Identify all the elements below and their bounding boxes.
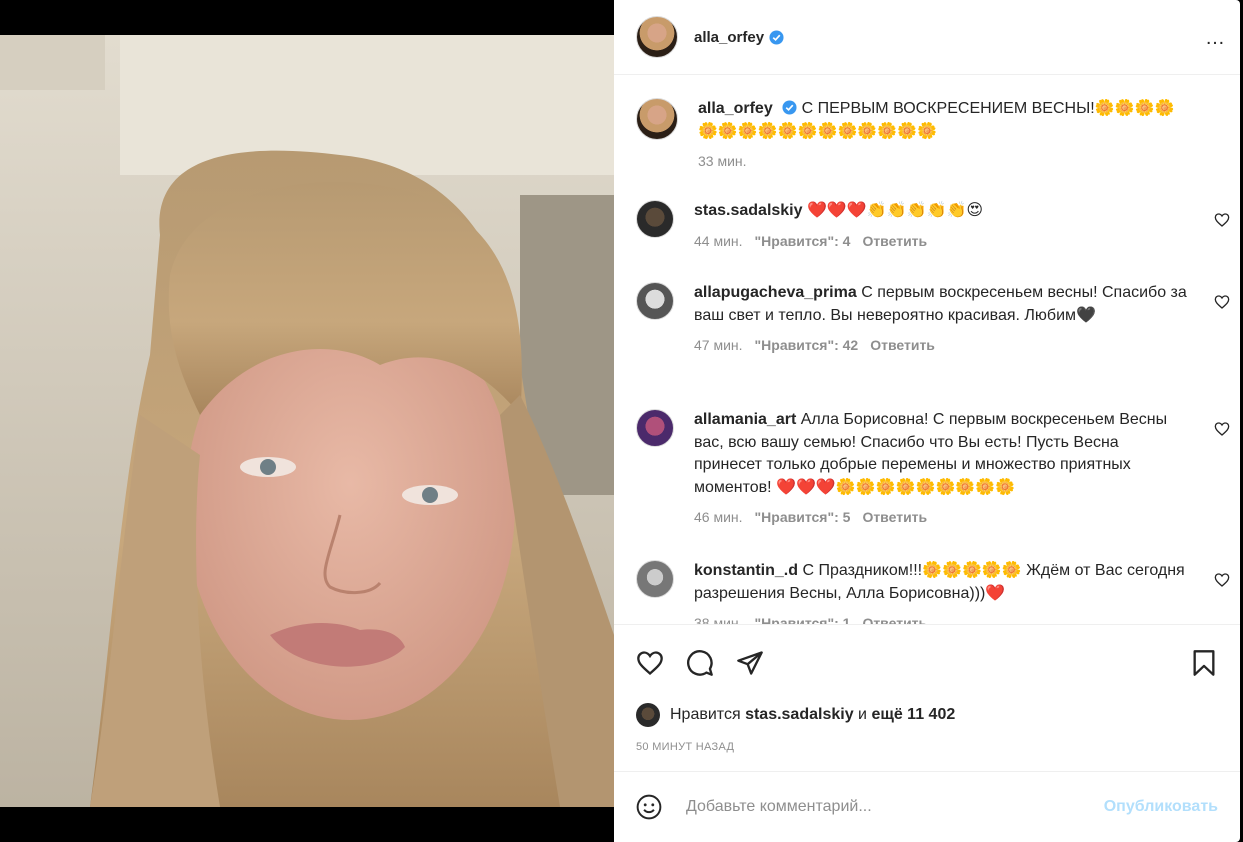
comment-item: allapugacheva_prima С первым воскресенье… xyxy=(636,282,1230,353)
action-icons-row xyxy=(636,649,1218,679)
comment-author[interactable]: stas.sadalskiy xyxy=(694,202,803,219)
post-caption: alla_orfey С ПЕРВЫМ ВОСКРЕСЕНИЕМ ВЕСНЫ!🌼… xyxy=(636,98,1218,169)
comment-avatar[interactable] xyxy=(636,200,674,238)
comment-time[interactable]: 38 мин. xyxy=(694,615,743,624)
comment-avatar[interactable] xyxy=(636,560,674,598)
comment-meta: 46 мин. "Нравится": 5 Ответить xyxy=(694,509,1190,525)
comment-likes[interactable]: "Нравится": 42 xyxy=(755,337,859,353)
comment-text-wrap: allamania_art Алла Борисовна! С первым в… xyxy=(694,409,1190,499)
post-time-ago[interactable]: 50 МИНУТ НАЗАД xyxy=(636,741,734,753)
comment-avatar[interactable] xyxy=(636,409,674,447)
comments-list[interactable]: alla_orfey С ПЕРВЫМ ВОСКРЕСЕНИЕМ ВЕСНЫ!🌼… xyxy=(614,76,1240,624)
comment-time[interactable]: 46 мин. xyxy=(694,509,743,525)
comment-like-heart-icon[interactable] xyxy=(1214,212,1230,228)
comment-time[interactable]: 47 мин. xyxy=(694,337,743,353)
emoji-icon[interactable] xyxy=(636,794,662,820)
verified-badge-icon xyxy=(769,29,784,45)
comment-text-wrap: konstantin_.d С Праздником!!!🌼🌼🌼🌼🌼 Ждём … xyxy=(694,560,1190,605)
more-options-icon[interactable]: … xyxy=(1205,27,1226,50)
post-photo[interactable] xyxy=(0,35,614,807)
caption-meta: 33 мин. xyxy=(698,153,1190,169)
likes-middle: и xyxy=(858,706,867,723)
comment-meta: 47 мин. "Нравится": 42 Ответить xyxy=(694,337,1190,353)
comment-like-heart-icon[interactable] xyxy=(1214,294,1230,310)
publish-button[interactable]: Опубликовать xyxy=(1104,798,1218,816)
likes-summary: Нравится stas.sadalskiy и ещё 11 402 xyxy=(636,703,955,727)
caption-text-wrap: alla_orfey С ПЕРВЫМ ВОСКРЕСЕНИЕМ ВЕСНЫ!🌼… xyxy=(698,98,1190,143)
likes-count[interactable]: ещё 11 402 xyxy=(871,706,955,724)
caption-author-avatar[interactable] xyxy=(636,98,678,140)
reply-button[interactable]: Ответить xyxy=(862,509,927,525)
comment-text: ❤️❤️❤️👏👏👏👏👏😍 xyxy=(806,202,984,219)
comment-likes[interactable]: "Нравится": 1 xyxy=(755,615,851,624)
verified-badge-icon xyxy=(782,100,797,115)
comment-meta: 38 мин. "Нравится": 1 Ответить xyxy=(694,615,1190,624)
reply-button[interactable]: Ответить xyxy=(870,337,935,353)
comment-like-heart-icon[interactable] xyxy=(1214,421,1230,437)
comment-likes[interactable]: "Нравится": 5 xyxy=(755,509,851,525)
comment-time[interactable]: 44 мин. xyxy=(694,233,743,249)
liker-avatar[interactable] xyxy=(636,703,660,727)
comment-author[interactable]: allamania_art xyxy=(694,411,796,428)
comment-input[interactable] xyxy=(684,797,1104,817)
author-avatar[interactable] xyxy=(636,16,678,58)
author-username[interactable]: alla_orfey xyxy=(694,29,764,46)
comment-item: allamania_art Алла Борисовна! С первым в… xyxy=(636,409,1230,525)
post-side-panel: alla_orfey … alla_orfey С ПЕРВЫМ ВОСКРЕС… xyxy=(614,0,1240,842)
post-media-area xyxy=(0,0,614,842)
portrait-illustration xyxy=(0,35,614,807)
comment-avatar[interactable] xyxy=(636,282,674,320)
bookmark-icon[interactable] xyxy=(1190,649,1218,677)
comment-likes[interactable]: "Нравится": 4 xyxy=(755,233,851,249)
heart-icon[interactable] xyxy=(636,649,664,677)
post-header: alla_orfey … xyxy=(614,0,1240,75)
comment-author[interactable]: konstantin_.d xyxy=(694,562,798,579)
reply-button[interactable]: Ответить xyxy=(862,615,927,624)
liker-username[interactable]: stas.sadalskiy xyxy=(745,706,854,724)
comment-like-heart-icon[interactable] xyxy=(1214,572,1230,588)
likes-prefix: Нравится xyxy=(670,706,741,723)
comment-meta: 44 мин. "Нравится": 4 Ответить xyxy=(694,233,1190,249)
reply-button[interactable]: Ответить xyxy=(862,233,927,249)
comment-item: konstantin_.d С Праздником!!!🌼🌼🌼🌼🌼 Ждём … xyxy=(636,560,1230,624)
comment-author[interactable]: allapugacheva_prima xyxy=(694,284,857,301)
comment-text-wrap: allapugacheva_prima С первым воскресенье… xyxy=(694,282,1190,327)
comment-text-wrap: stas.sadalskiy ❤️❤️❤️👏👏👏👏👏😍 xyxy=(694,200,1190,223)
caption-author[interactable]: alla_orfey xyxy=(698,100,773,117)
post-actions-section: Нравится stas.sadalskiy и ещё 11 402 50 … xyxy=(614,624,1240,771)
share-icon[interactable] xyxy=(736,649,764,677)
comment-icon[interactable] xyxy=(686,649,714,677)
add-comment-bar: Опубликовать xyxy=(614,771,1240,842)
comment-item: stas.sadalskiy ❤️❤️❤️👏👏👏👏👏😍 44 мин. "Нра… xyxy=(636,200,1230,249)
caption-time[interactable]: 33 мин. xyxy=(698,153,747,169)
